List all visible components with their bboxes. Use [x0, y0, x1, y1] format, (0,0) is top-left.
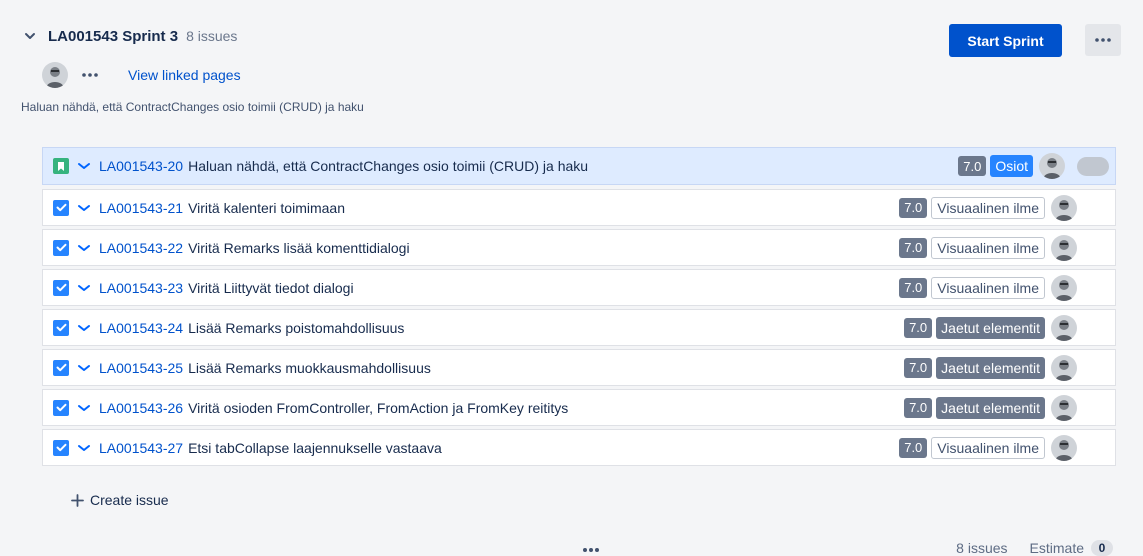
sprint-container: LA001543 Sprint 3 8 issues Start Sprint … — [0, 0, 1143, 556]
story-points-badge: 7.0 — [899, 197, 928, 218]
more-icon[interactable] — [82, 70, 102, 80]
issue-summary: Etsi tabCollapse laajennukselle vastaava — [188, 439, 442, 456]
issue-meta: 7.0 Visuaalinen ilme — [899, 270, 1115, 305]
story-points-badge: 7.0 — [899, 277, 928, 298]
sprint-name: LA001543 Sprint 3 — [48, 27, 179, 45]
issue-label[interactable]: Visuaalinen ilme — [931, 236, 1045, 259]
issue-meta: 7.0 Osiot — [958, 148, 1115, 184]
issue-label[interactable]: Visuaalinen ilme — [931, 436, 1045, 459]
issue-row[interactable]: LA001543-21 Viritä kalenteri toimimaan 7… — [42, 189, 1116, 226]
issue-key[interactable]: LA001543-27 — [99, 440, 183, 456]
issue-row[interactable]: LA001543-26 Viritä osioden FromControlle… — [42, 389, 1116, 426]
checkbox-icon — [53, 439, 69, 456]
issue-label[interactable]: Jaetut elementit — [936, 316, 1045, 339]
issue-summary: Viritä kalenteri toimimaan — [188, 199, 345, 216]
priority-low-icon — [77, 282, 91, 294]
story-points-badge: 7.0 — [958, 156, 987, 176]
assignee-avatar[interactable] — [1039, 153, 1065, 179]
issue-summary: Haluan nähdä, että ContractChanges osio … — [188, 158, 589, 174]
priority-low-icon — [77, 202, 91, 214]
issue-summary: Lisää Remarks poistomahdollisuus — [188, 319, 405, 336]
view-linked-pages-link[interactable]: View linked pages — [128, 67, 241, 83]
sprint-issue-count: 8 issues — [186, 28, 238, 44]
issue-summary: Lisää Remarks muokkausmahdollisuus — [188, 359, 431, 376]
issue-meta: 7.0 Visuaalinen ilme — [899, 230, 1115, 265]
chevron-down-icon[interactable] — [22, 28, 38, 44]
assignee-avatar[interactable] — [1051, 394, 1077, 421]
create-issue-button[interactable]: Create issue — [71, 490, 169, 510]
issue-label[interactable]: Visuaalinen ilme — [931, 196, 1045, 219]
issue-key[interactable]: LA001543-24 — [99, 320, 183, 336]
issue-key[interactable]: LA001543-26 — [99, 400, 183, 416]
story-points-badge: 7.0 — [904, 317, 933, 338]
assignee-avatar[interactable] — [1051, 234, 1077, 261]
more-icon — [1095, 38, 1111, 42]
issue-key[interactable]: LA001543-23 — [99, 280, 183, 296]
assignee-avatar[interactable] — [1051, 194, 1077, 221]
priority-low-icon — [77, 442, 91, 454]
story-points-badge: 7.0 — [904, 357, 933, 378]
priority-low-icon — [77, 322, 91, 334]
issue-label[interactable]: Osiot — [990, 155, 1033, 177]
footer-issue-count: 8 issues — [956, 540, 1008, 556]
issue-row[interactable]: LA001543-24 Lisää Remarks poistomahdolli… — [42, 309, 1116, 346]
estimate-badge: 0 — [1091, 540, 1113, 556]
checkbox-icon — [53, 399, 69, 416]
issue-key[interactable]: LA001543-22 — [99, 240, 183, 256]
priority-low-icon — [77, 402, 91, 414]
issue-meta: 7.0 Jaetut elementit — [904, 390, 1115, 425]
issue-list: LA001543-20 Haluan nähdä, että ContractC… — [42, 147, 1116, 469]
start-sprint-button[interactable]: Start Sprint — [949, 24, 1062, 57]
estimate-label: Estimate — [1029, 540, 1084, 556]
plus-icon — [71, 493, 84, 507]
issue-meta: 7.0 Visuaalinen ilme — [899, 430, 1115, 465]
more-icon[interactable] — [582, 547, 600, 553]
story-icon — [53, 158, 69, 174]
more-actions-button[interactable] — [1085, 24, 1121, 56]
issue-key[interactable]: LA001543-25 — [99, 360, 183, 376]
sprint-header: LA001543 Sprint 3 8 issues — [22, 22, 237, 50]
checkbox-icon — [53, 359, 69, 376]
story-points-badge: 7.0 — [899, 237, 928, 258]
checkbox-icon — [53, 199, 69, 216]
issue-label[interactable]: Visuaalinen ilme — [931, 276, 1045, 299]
status-toggle[interactable] — [1077, 156, 1109, 176]
sprint-goal: Haluan nähdä, että ContractChanges osio … — [21, 100, 364, 114]
priority-low-icon — [77, 160, 91, 172]
issue-summary: Viritä Liittyvät tiedot dialogi — [188, 279, 354, 296]
issue-row[interactable]: LA001543-25 Lisää Remarks muokkausmahdol… — [42, 349, 1116, 386]
story-points-badge: 7.0 — [904, 397, 933, 418]
story-points-badge: 7.0 — [899, 437, 928, 458]
priority-low-icon — [77, 242, 91, 254]
assignee-avatar[interactable] — [1051, 354, 1077, 381]
issue-meta: 7.0 Visuaalinen ilme — [899, 190, 1115, 225]
assignee-avatar[interactable] — [1051, 434, 1077, 461]
sprint-footer: 8 issues Estimate 0 — [956, 540, 1113, 556]
issue-row[interactable]: LA001543-22 Viritä Remarks lisää komentt… — [42, 229, 1116, 266]
issue-summary: Viritä Remarks lisää komenttidialogi — [188, 239, 410, 256]
issue-row[interactable]: LA001543-20 Haluan nähdä, että ContractC… — [42, 147, 1116, 185]
avatar[interactable] — [42, 62, 68, 88]
sprint-meta: View linked pages — [42, 61, 241, 89]
checkbox-icon — [53, 319, 69, 336]
issue-row[interactable]: LA001543-27 Etsi tabCollapse laajennukse… — [42, 429, 1116, 466]
checkbox-icon — [53, 279, 69, 296]
create-issue-label: Create issue — [90, 492, 169, 508]
issue-row[interactable]: LA001543-23 Viritä Liittyvät tiedot dial… — [42, 269, 1116, 306]
issue-meta: 7.0 Jaetut elementit — [904, 310, 1115, 345]
issue-key[interactable]: LA001543-21 — [99, 200, 183, 216]
issue-summary: Viritä osioden FromController, FromActio… — [188, 399, 569, 416]
assignee-avatar[interactable] — [1051, 314, 1077, 341]
assignee-avatar[interactable] — [1051, 274, 1077, 301]
issue-key[interactable]: LA001543-20 — [99, 158, 183, 174]
priority-low-icon — [77, 362, 91, 374]
issue-label[interactable]: Jaetut elementit — [936, 356, 1045, 379]
issue-label[interactable]: Jaetut elementit — [936, 396, 1045, 419]
checkbox-icon — [53, 239, 69, 256]
issue-meta: 7.0 Jaetut elementit — [904, 350, 1115, 385]
